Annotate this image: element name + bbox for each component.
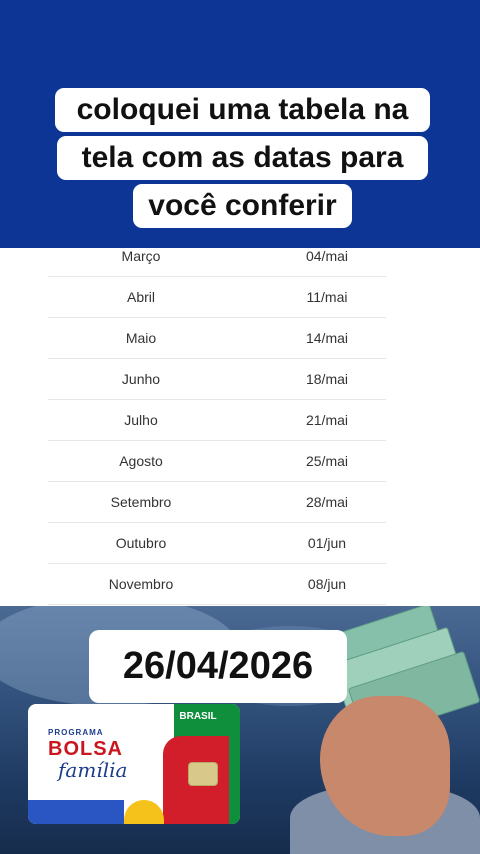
background-photo: 26/04/2026 BRASIL PROGRAMA BOLSA família — [0, 606, 480, 854]
caption-line-3: você conferir — [133, 184, 352, 228]
blue-header: coloquei uma tabela na tela com as datas… — [0, 0, 480, 248]
bolsa-familia-card: BRASIL PROGRAMA BOLSA família — [28, 704, 240, 824]
program-label: PROGRAMA — [48, 728, 104, 737]
table-row: Outubro 01/jun — [48, 523, 386, 564]
date-cell: 18/mai — [305, 371, 349, 387]
date-cell: 28/mai — [305, 494, 349, 510]
table-row: Novembro 08/jun — [48, 564, 386, 605]
month-cell: Agosto — [119, 453, 163, 469]
card-yellow-shape — [124, 800, 164, 824]
table-row: Maio 14/mai — [48, 318, 386, 359]
table-row: Julho 21/mai — [48, 400, 386, 441]
month-cell: Novembro — [108, 576, 174, 592]
table-row: Junho 18/mai — [48, 359, 386, 400]
caption-line-2: tela com as datas para — [57, 136, 428, 180]
month-cell: Outubro — [115, 535, 167, 551]
month-cell: Junho — [121, 371, 161, 387]
month-cell: Março — [121, 248, 161, 264]
caption-overlay: coloquei uma tabela na tela com as datas… — [55, 88, 430, 232]
date-cell: 21/mai — [305, 412, 349, 428]
card-blue-stripe — [28, 800, 124, 824]
table-row: Setembro 28/mai — [48, 482, 386, 523]
month-cell: Maio — [125, 330, 157, 346]
date-overlay: 26/04/2026 — [89, 630, 347, 703]
date-cell: 11/mai — [306, 289, 348, 305]
payment-dates-table: Março 04/mai Abril 11/mai Maio 14/mai Ju… — [0, 248, 480, 606]
familia-logo-text: família — [58, 758, 128, 782]
table-row: Março 04/mai — [48, 236, 386, 277]
table-row: Agosto 25/mai — [48, 441, 386, 482]
month-cell: Setembro — [110, 494, 172, 510]
table-row: Abril 11/mai — [48, 277, 386, 318]
date-cell: 04/mai — [305, 248, 349, 264]
card-brasil-label: BRASIL — [179, 711, 217, 722]
caption-line-1: coloquei uma tabela na — [55, 88, 430, 132]
date-cell: 14/mai — [305, 330, 349, 346]
date-cell: 08/jun — [307, 576, 347, 592]
month-cell: Abril — [126, 289, 155, 305]
card-chip-icon — [188, 762, 218, 786]
month-cell: Julho — [124, 412, 158, 428]
date-cell: 01/jun — [307, 535, 347, 551]
date-cell: 25/mai — [305, 453, 349, 469]
